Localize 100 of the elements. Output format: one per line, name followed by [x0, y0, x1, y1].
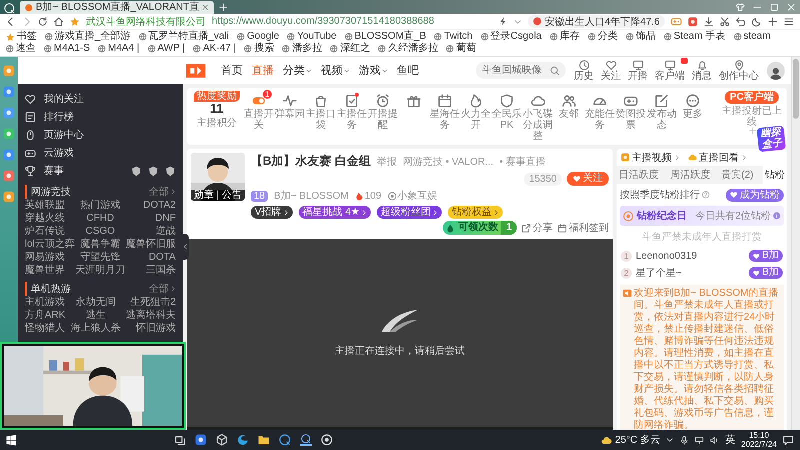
- bookmark-link[interactable]: 速查: [6, 43, 36, 55]
- more-link[interactable]: 全部: [149, 282, 176, 296]
- category-link[interactable]: 三国杀: [126, 264, 176, 277]
- category-link[interactable]: CFHD: [76, 212, 126, 225]
- nav-tab[interactable]: 游戏: [359, 63, 388, 78]
- category-link[interactable]: DOTA2: [126, 199, 176, 212]
- category-link[interactable]: 热门游戏: [76, 199, 126, 212]
- moon-icon[interactable]: [752, 16, 762, 26]
- user-avatar[interactable]: [767, 62, 785, 80]
- privilege-badge[interactable]: 钻粉权益: [448, 206, 503, 219]
- toolbar-item[interactable]: 全民乐PK: [492, 91, 522, 131]
- weather-widget[interactable]: 25°C 多云: [601, 433, 660, 447]
- toolbar-item[interactable]: 充能任务: [585, 91, 615, 131]
- category-link[interactable]: 逆战: [126, 225, 176, 238]
- nav-tab[interactable]: 鱼吧: [397, 63, 419, 78]
- pc-client-button[interactable]: PC客户端: [725, 91, 779, 104]
- bookmark-link[interactable]: M4A4 |: [98, 43, 140, 55]
- bookmark-link[interactable]: Twitch: [434, 31, 473, 43]
- input-method-indicator[interactable]: 英: [725, 433, 736, 447]
- network-icon[interactable]: [695, 436, 704, 444]
- bookmark-link[interactable]: 瓦罗兰特直播_vali: [138, 31, 230, 43]
- team-logo-icon[interactable]: [165, 166, 176, 176]
- panel-tab[interactable]: 日活跃度: [617, 166, 661, 184]
- bookmark-link[interactable]: 葡萄: [446, 43, 476, 55]
- collapse-handle[interactable]: [182, 234, 189, 260]
- category-link[interactable]: 主机游戏: [25, 296, 66, 309]
- sidebar-item[interactable]: 我的关注: [25, 90, 176, 108]
- app-icon[interactable]: [195, 434, 207, 446]
- sidebar-item[interactable]: 赛事: [25, 162, 176, 180]
- new-tab-icon[interactable]: [219, 2, 228, 12]
- search-field[interactable]: 斗鱼回城映像: [476, 62, 566, 79]
- maximize-icon[interactable]: [770, 2, 779, 12]
- category-link[interactable]: DOTA: [126, 251, 176, 264]
- panel-link[interactable]: 直播回看: [688, 152, 747, 163]
- toolbar-item[interactable]: 开播提醒: [368, 91, 398, 131]
- bookmark-link[interactable]: 游戏直播_全部游: [45, 31, 131, 43]
- panel-link[interactable]: 主播视频: [621, 152, 680, 163]
- bookmark-link[interactable]: steam: [734, 31, 771, 43]
- follow-button[interactable]: 关注: [567, 172, 609, 186]
- reload-icon[interactable]: [38, 16, 48, 26]
- toolbar-item[interactable]: 主播任务: [337, 91, 367, 131]
- bookmark-link[interactable]: BLOSSOM直_B: [344, 31, 426, 43]
- clock-date[interactable]: 2022/7/24: [741, 440, 777, 449]
- undo-icon[interactable]: [736, 16, 746, 26]
- url-field[interactable]: https://www.douyu.com/393073071514180388688: [212, 16, 434, 27]
- chevron-down-icon[interactable]: [514, 18, 522, 26]
- category-link[interactable]: 魔兽世界: [25, 264, 76, 277]
- privilege-badge[interactable]: 福星挑战 4★: [298, 206, 371, 219]
- bookmark-link[interactable]: 久经潘多拉: [378, 43, 438, 55]
- panel-tab[interactable]: 贵宾(2): [720, 166, 756, 184]
- microphone-icon[interactable]: [680, 436, 690, 444]
- team-logo-icon[interactable]: [148, 166, 159, 176]
- panel-tab[interactable]: 周活跃度: [668, 166, 712, 184]
- share-link[interactable]: 分享: [522, 221, 553, 235]
- toolbar-item[interactable]: 赞图投票: [616, 91, 646, 131]
- home-icon[interactable]: [54, 16, 64, 26]
- bookmark-link[interactable]: 饰品: [626, 31, 656, 43]
- scrollbar[interactable]: [791, 57, 800, 430]
- category-link[interactable]: CSGO: [76, 225, 126, 238]
- toolbar-item[interactable]: 发布动态: [647, 91, 677, 131]
- toolbar-item[interactable]: 火力全开: [461, 91, 491, 131]
- favorite-star-icon[interactable]: [70, 16, 80, 26]
- task-view-icon[interactable]: [175, 434, 186, 446]
- folder-icon[interactable]: [258, 434, 270, 446]
- header-action[interactable]: 历史: [574, 60, 594, 82]
- scissors-icon[interactable]: [720, 16, 730, 26]
- nav-tab[interactable]: 直播: [252, 63, 274, 78]
- cube-icon[interactable]: [216, 434, 228, 446]
- bookmark-link[interactable]: Steam 手表: [664, 31, 726, 43]
- start-icon[interactable]: [6, 434, 17, 446]
- bookmark-link[interactable]: 潘多拉: [282, 43, 322, 55]
- team-logo-icon[interactable]: [131, 166, 142, 176]
- category-link[interactable]: 英雄联盟: [25, 199, 76, 212]
- header-action[interactable]: 消息: [692, 60, 712, 82]
- hot-search-link[interactable]: 安徽出生人口4年下降47.6: [528, 15, 665, 28]
- category-link[interactable]: 怀旧游戏: [126, 322, 176, 335]
- category-link[interactable]: 逃离塔科夫: [126, 309, 176, 322]
- privilege-badge[interactable]: 超级粉丝团: [376, 206, 442, 219]
- header-action[interactable]: 开播: [628, 60, 648, 82]
- sidebar-item[interactable]: 云游戏: [25, 144, 176, 162]
- bookmark-link[interactable]: YouTube: [287, 31, 337, 43]
- bookmark-link[interactable]: 登录Csgola: [480, 31, 542, 43]
- category-link[interactable]: 方舟ARK: [25, 309, 66, 322]
- nav-tab[interactable]: 首页: [221, 63, 243, 78]
- browser-tab[interactable]: B加~ BLOSSOM直播_VALORANT直: [20, 1, 214, 14]
- bookmark-link[interactable]: 深红之: [330, 43, 370, 55]
- bookmark-link[interactable]: 库存: [550, 31, 580, 43]
- category-link[interactable]: 天涯明月刀: [76, 264, 126, 277]
- skin-icon[interactable]: [736, 2, 745, 12]
- privilege-badge[interactable]: V招牌: [251, 206, 293, 219]
- more-link[interactable]: 全部: [149, 185, 176, 199]
- bookmark-link[interactable]: 书签: [6, 31, 37, 43]
- header-action[interactable]: 客户端: [655, 60, 685, 82]
- header-action[interactable]: 关注: [601, 60, 621, 82]
- bookmark-link[interactable]: 分类: [588, 31, 618, 43]
- nav-tab[interactable]: 分类: [283, 63, 312, 78]
- category-link[interactable]: 逃生: [70, 309, 121, 322]
- search-icon[interactable]: [300, 434, 312, 446]
- bookmark-link[interactable]: M4A1-S: [44, 43, 90, 55]
- category-link[interactable]: 永劫无间: [70, 296, 121, 309]
